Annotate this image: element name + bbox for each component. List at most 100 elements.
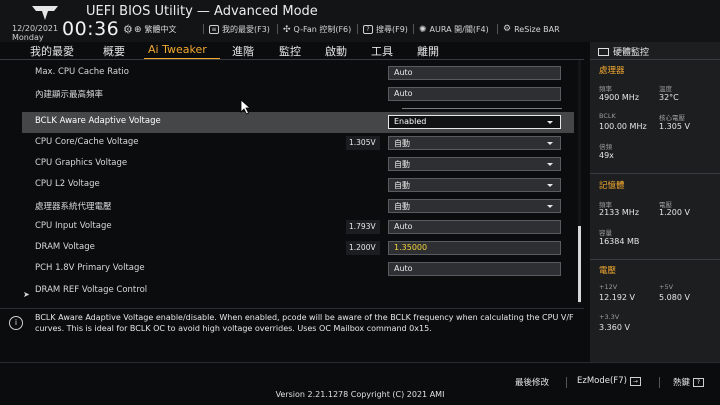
divider — [659, 377, 660, 388]
setting-row-cpu-input-voltage[interactable]: CPU Input Voltage 1.793V Auto — [22, 217, 574, 238]
mem-freq-value: 2133 MHz — [599, 208, 640, 217]
cpu-section-heading: 處理器 — [599, 66, 625, 76]
last-modified-label: 最後修改 — [515, 378, 550, 388]
date-display: 12/20/2021 Monday — [12, 24, 58, 42]
hardware-monitor-title: 硬體監控 — [598, 45, 649, 58]
setting-row-cpu-l2-voltage[interactable]: CPU L2 Voltage 自動 — [22, 175, 574, 196]
divider — [402, 108, 562, 109]
hardware-monitor-title-text: 硬體監控 — [613, 48, 650, 58]
setting-label: CPU Graphics Voltage — [35, 158, 128, 168]
qfan-label: Q-Fan 控制(F6) — [293, 25, 352, 34]
tab-boot[interactable]: 啟動 — [325, 43, 347, 59]
favorites-label: 我的最愛(F3) — [222, 25, 270, 34]
memory-section-heading: 記憶體 — [599, 181, 625, 191]
setting-row-dram-voltage[interactable]: DRAM Voltage 1.200V 1.35000 — [22, 238, 574, 259]
language-button[interactable]: ⊕ 繁體中文 — [128, 24, 177, 35]
submenu-arrow-icon: ➤ — [23, 290, 30, 299]
info-icon: i — [9, 316, 23, 330]
globe-icon: ⊕ — [134, 24, 142, 35]
setting-input[interactable]: 1.35000 — [388, 241, 561, 255]
setting-input[interactable]: Auto — [388, 87, 561, 101]
help-search-icon: ? — [363, 25, 373, 34]
tab-tool[interactable]: 工具 — [371, 43, 393, 59]
voltage-readout: 1.793V — [346, 220, 380, 234]
scrollbar-thumb[interactable] — [578, 226, 581, 302]
setting-row-cpu-core-cache-voltage[interactable]: CPU Core/Cache Voltage 1.305V 自動 — [22, 133, 574, 154]
aura-button[interactable]: ✺ AURA 開/關(F4) — [413, 24, 489, 35]
search-label: 搜尋(F9) — [376, 25, 408, 34]
tab-exit[interactable]: 離開 — [417, 43, 439, 59]
mem-capacity-value: 16384 MB — [599, 237, 640, 246]
setting-label: BCLK Aware Adaptive Voltage — [35, 116, 161, 126]
setting-row-pch-1-8v-primary-voltage[interactable]: PCH 1.8V Primary Voltage Auto — [22, 259, 574, 280]
divider — [413, 24, 414, 34]
setting-label: 處理器系統代理電壓 — [35, 202, 112, 212]
resize-bar-button[interactable]: ⚙ ReSize BAR — [497, 24, 560, 34]
setting-label: CPU L2 Voltage — [35, 179, 100, 189]
submenu-dram-ref-voltage-control[interactable]: DRAM REF Voltage Control — [22, 281, 574, 302]
v12-label: +12V — [599, 283, 618, 291]
divider — [128, 24, 129, 34]
setting-label: DRAM REF Voltage Control — [35, 285, 148, 295]
setting-input[interactable]: Auto — [388, 66, 561, 80]
qfan-button[interactable]: ✣ Q-Fan 控制(F6) — [277, 24, 352, 35]
divider — [277, 24, 278, 34]
app-title: UEFI BIOS Utility — Advanced Mode — [86, 4, 318, 19]
voltage-readout: 1.200V — [346, 241, 380, 255]
search-button[interactable]: ? 搜尋(F9) — [357, 24, 408, 35]
setting-row-max-cpu-cache-ratio[interactable]: Max. CPU Cache Ratio Auto — [22, 63, 574, 84]
v5-label: +5V — [659, 283, 674, 291]
setting-label: 內建顯示最高頻率 — [35, 90, 104, 100]
setting-row-igpu-max-frequency[interactable]: 內建顯示最高頻率 Auto — [22, 84, 574, 105]
setting-label: CPU Core/Cache Voltage — [35, 137, 139, 147]
bclk-value: 100.00 MHz — [599, 122, 647, 131]
setting-row-cpu-graphics-voltage[interactable]: CPU Graphics Voltage 自動 — [22, 154, 574, 175]
last-modified-button[interactable]: 最後修改 — [515, 376, 549, 388]
tab-main[interactable]: 概要 — [103, 43, 125, 59]
resize-bar-label: ReSize BAR — [514, 24, 560, 34]
tab-advanced[interactable]: 進階 — [232, 43, 254, 59]
setting-row-system-agent-voltage[interactable]: 處理器系統代理電壓 自動 — [22, 196, 574, 217]
ratio-label: 倍頻 — [599, 143, 612, 151]
setting-dropdown[interactable]: Enabled — [388, 115, 561, 129]
setting-input[interactable]: Auto — [388, 220, 561, 234]
v12-value: 12.192 V — [599, 293, 636, 302]
hotkeys-label: 熱鍵 — [673, 378, 691, 388]
day-text: Monday — [12, 33, 44, 42]
core-voltage-value: 1.305 V — [659, 122, 690, 131]
bclk-label: BCLK — [599, 112, 616, 120]
setting-dropdown[interactable]: 自動 — [388, 199, 561, 213]
aura-label: AURA 開/關(F4) — [429, 25, 489, 34]
divider — [357, 24, 358, 34]
hardware-monitor-panel: 硬體監控 處理器 頻率 4900 MHz 溫度 32°C BCLK 100.00… — [590, 42, 720, 362]
cpu-freq-value: 4900 MHz — [599, 93, 640, 102]
setting-label: Max. CPU Cache Ratio — [35, 67, 129, 77]
voltage-section-heading: 電壓 — [599, 266, 617, 276]
ezmode-button[interactable]: EzMode(F7) → — [577, 376, 641, 386]
setting-row-bclk-aware-adaptive-voltage[interactable]: BCLK Aware Adaptive Voltage Enabled — [22, 112, 574, 133]
date-text: 12/20/2021 — [12, 24, 59, 33]
setting-label: DRAM Voltage — [35, 242, 95, 252]
help-text: BCLK Aware Adaptive Voltage enable/disab… — [35, 313, 574, 333]
mem-volt-value: 1.200 V — [659, 208, 690, 217]
divider — [203, 24, 204, 34]
tab-favorites[interactable]: 我的最愛 — [30, 43, 74, 59]
dram-voltage-value: 1.35000 — [394, 243, 428, 252]
core-voltage-label: 核心電壓 — [659, 114, 685, 122]
divider — [590, 173, 720, 174]
setting-input[interactable]: Auto — [388, 262, 561, 276]
hotkeys-button[interactable]: 熱鍵 ? — [673, 376, 705, 388]
divider — [566, 377, 567, 388]
tab-ai-tweaker[interactable]: Ai Tweaker — [148, 43, 207, 56]
favorites-button[interactable]: ≡ 我的最愛(F3) — [203, 24, 270, 35]
setting-dropdown[interactable]: 自動 — [388, 178, 561, 192]
tab-monitor[interactable]: 監控 — [279, 43, 301, 59]
divider — [590, 259, 720, 260]
mouse-cursor-icon — [240, 99, 252, 115]
voltage-readout: 1.305V — [346, 136, 380, 150]
divider — [590, 59, 720, 60]
clock: 00:36 — [62, 18, 120, 40]
setting-dropdown[interactable]: 自動 — [388, 157, 561, 171]
resize-bar-icon: ⚙ — [503, 24, 512, 34]
setting-dropdown[interactable]: 自動 — [388, 136, 561, 150]
